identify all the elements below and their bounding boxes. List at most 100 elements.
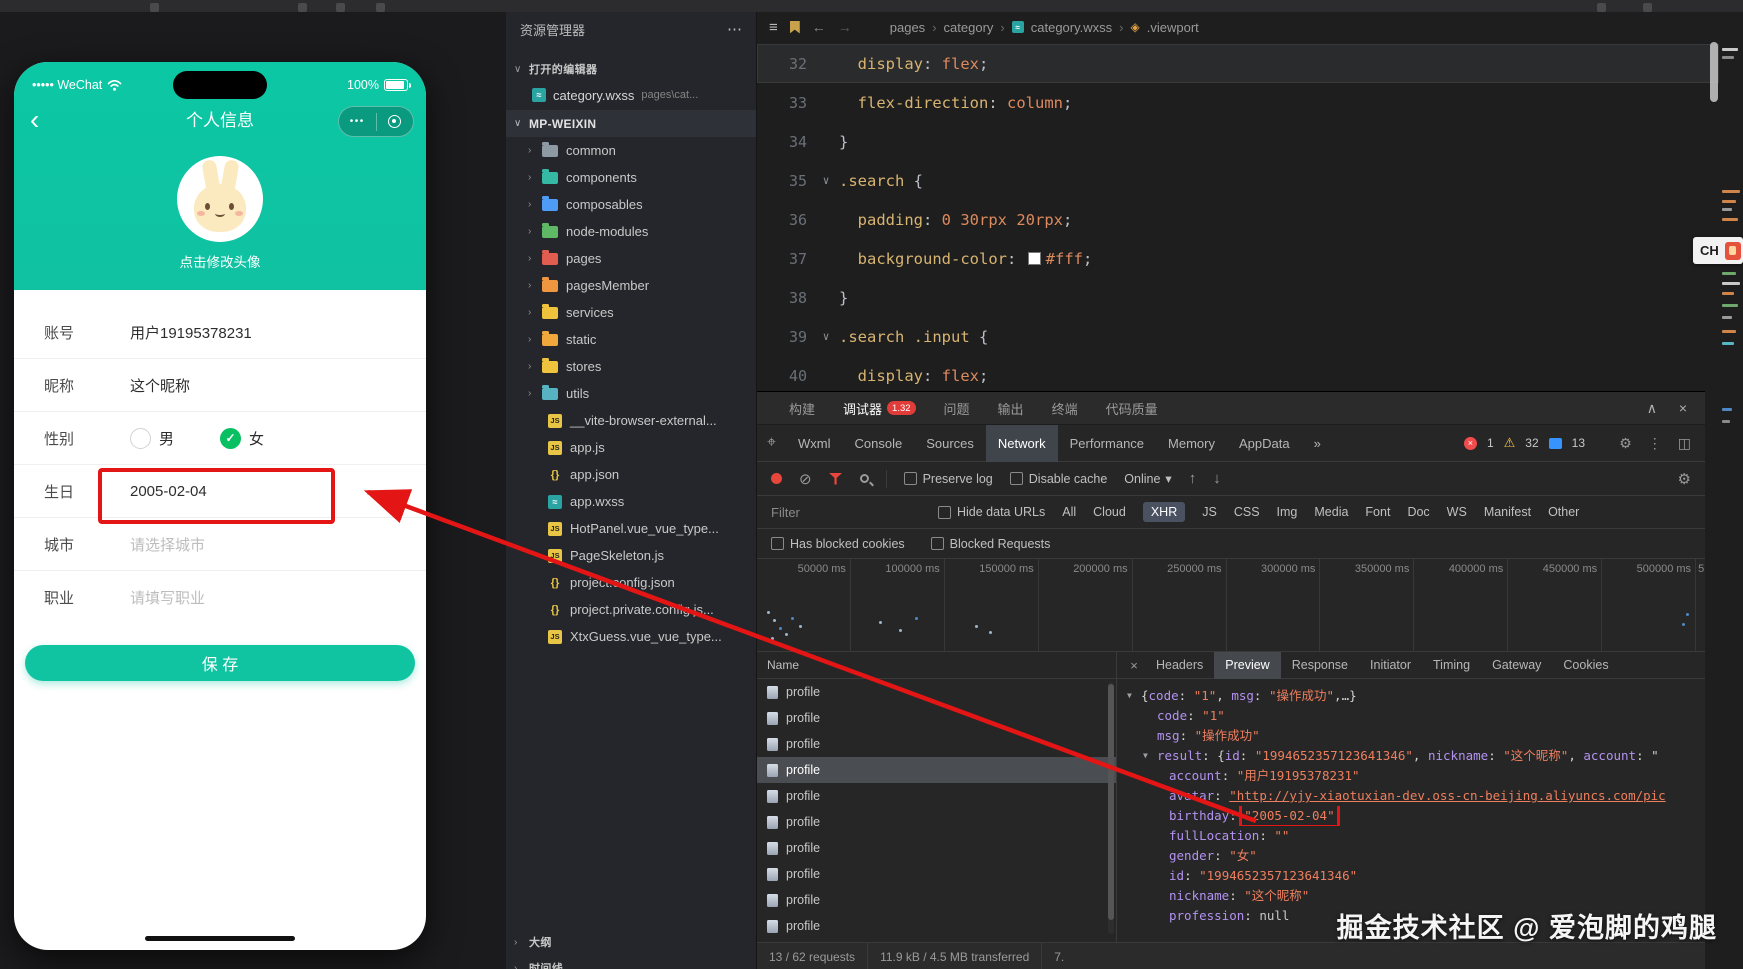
file-pageskeleton[interactable]: JS PageSkeleton.js [506,542,756,569]
request-row[interactable]: profile [757,913,1116,939]
preview-avatar[interactable]: avatar: "http://yjy-xiaotuxian-dev.oss-c… [1127,786,1705,806]
filter-type-media[interactable]: Media [1314,505,1348,519]
code-line-40[interactable]: 40 display: flex; [757,356,1719,391]
filter-type-ws[interactable]: WS [1447,505,1467,519]
filter-type-js[interactable]: JS [1202,505,1217,519]
tab-code-quality[interactable]: 代码质量 [1106,399,1158,418]
minimize-icon[interactable] [377,115,414,128]
sidebar-folder-composables[interactable]: › composables [506,191,756,218]
tab-appdata[interactable]: AppData [1227,425,1302,462]
tab-gateway[interactable]: Gateway [1481,652,1552,679]
expand-triangle-icon[interactable]: ▼ [1127,686,1141,706]
breadcrumb-category[interactable]: category [944,20,994,35]
project-root[interactable]: ∨ MP-WEIXIN [506,110,756,137]
file-app-wxss[interactable]: ≈ app.wxss [506,488,756,515]
filter-type-all[interactable]: All [1062,505,1076,519]
preview-root[interactable]: ▼ {code: "1", msg: "操作成功",…} [1127,686,1705,706]
more-menu-icon[interactable]: ••• [339,116,376,127]
sidebar-folder-components[interactable]: › components [506,164,756,191]
kebab-menu-icon[interactable]: ⋮ [1648,435,1662,452]
open-editors-section[interactable]: ∨ 打开的编辑器 [506,56,756,82]
minimap[interactable] [1719,12,1743,969]
tab-headers[interactable]: Headers [1145,652,1214,679]
tab-build[interactable]: 构建 [789,399,815,418]
more-tabs-icon[interactable]: » [1302,425,1333,462]
import-har-icon[interactable]: ↑ [1189,470,1197,487]
json-preview[interactable]: ▼ {code: "1", msg: "操作成功",…} code: "1" m… [1117,679,1705,926]
request-row[interactable]: profile [757,731,1116,757]
filter-type-img[interactable]: Img [1277,505,1298,519]
filter-funnel-icon[interactable] [828,472,843,485]
sidebar-folder-static[interactable]: › static [506,326,756,353]
request-row[interactable]: profile [757,809,1116,835]
code-line-38[interactable]: 38 } [757,278,1719,317]
outline-section[interactable]: › 大纲 [506,929,756,955]
toolbar-icon[interactable] [150,3,159,12]
tab-timing[interactable]: Timing [1422,652,1481,679]
code-line-36[interactable]: 36 padding: 0 30rpx 20rpx; [757,200,1719,239]
open-editor-item[interactable]: ≈ category.wxss pages\cat... [506,82,756,108]
tab-sources[interactable]: Sources [914,425,986,462]
form-row-nickname[interactable]: 昵称 这个昵称 [14,359,426,412]
blocked-requests-checkbox[interactable]: Blocked Requests [930,537,1050,551]
tab-response[interactable]: Response [1281,652,1359,679]
tab-cookies[interactable]: Cookies [1552,652,1619,679]
request-row[interactable]: profile [757,783,1116,809]
request-row[interactable]: profile [757,861,1116,887]
file-vite-browser-external[interactable]: JS __vite-browser-external... [506,407,756,434]
tab-network[interactable]: Network [985,424,1058,462]
collapse-panel-icon[interactable]: ∧ [1647,400,1657,417]
nav-forward-icon[interactable]: → [838,19,852,35]
preview-result[interactable]: ▼ result: {id: "1994652357123641346", ni… [1127,746,1705,766]
preview-gender[interactable]: gender: "女" [1127,846,1705,866]
editor-scrollbar[interactable] [1710,42,1718,102]
sidebar-folder-common[interactable]: › common [506,137,756,164]
radio-male[interactable] [130,427,151,449]
blocked-cookies-checkbox[interactable]: Has blocked cookies [771,537,905,551]
list-icon[interactable]: ≡ [769,19,778,36]
record-icon[interactable] [771,473,782,484]
warning-count[interactable]: 32 [1525,436,1538,450]
tab-memory[interactable]: Memory [1156,425,1227,462]
message-count[interactable]: 13 [1572,436,1585,450]
sidebar-folder-stores[interactable]: › stores [506,353,756,380]
hide-data-urls-checkbox[interactable]: Hide data URLs [938,505,1045,519]
avatar[interactable] [177,156,263,242]
request-row[interactable]: profile [757,887,1116,913]
form-row-profession[interactable]: 职业 请填写职业 [14,571,426,624]
toolbar-icon[interactable] [1643,3,1652,12]
preview-code[interactable]: code: "1" [1127,706,1705,726]
name-column-header[interactable]: Name [757,652,1116,679]
tab-wxml[interactable]: Wxml [786,425,843,462]
preview-fulllocation[interactable]: fullLocation: "" [1127,826,1705,846]
tab-preview[interactable]: Preview [1214,652,1281,679]
preview-msg[interactable]: msg: "操作成功" [1127,726,1705,746]
city-placeholder[interactable]: 请选择城市 [130,534,205,555]
expand-triangle-icon[interactable]: ▼ [1143,746,1157,766]
avatar-caption[interactable]: 点击修改头像 [14,251,426,271]
inspect-element-icon[interactable]: ⌖ [767,434,776,452]
sidebar-folder-services[interactable]: › services [506,299,756,326]
back-icon[interactable]: ‹ [30,102,39,138]
toolbar-icon[interactable] [298,3,307,12]
radio-female-checked[interactable]: ✓ [220,427,242,449]
file-project-private-config[interactable]: {} project.private.config.js... [506,596,756,623]
preview-birthday[interactable]: birthday: "2005-02-04" [1127,806,1705,826]
search-icon[interactable] [859,474,869,483]
code-area[interactable]: 32 display: flex; 33 flex-direction: col… [757,44,1719,391]
file-xtxguess[interactable]: JS XtxGuess.vue_vue_type... [506,623,756,650]
code-line-37[interactable]: 37 background-color: #fff; [757,239,1719,278]
filter-type-cloud[interactable]: Cloud [1093,505,1126,519]
filter-type-manifest[interactable]: Manifest [1484,505,1531,519]
file-app-js[interactable]: JS app.js [506,434,756,461]
filter-type-css[interactable]: CSS [1234,505,1260,519]
clear-icon[interactable]: ⊘ [799,470,812,488]
timeline-section[interactable]: › 时间线 [506,955,756,969]
sidebar-folder-pagesMember[interactable]: › pagesMember [506,272,756,299]
filter-type-doc[interactable]: Doc [1407,505,1429,519]
network-timeline[interactable]: 50000 ms 100000 ms 150000 ms 200000 ms 2… [757,559,1705,652]
form-row-city[interactable]: 城市 请选择城市 [14,518,426,571]
breadcrumb-symbol[interactable]: .viewport [1147,20,1199,35]
toolbar-icon[interactable] [376,3,385,12]
network-settings-gear-icon[interactable]: ⚙ [1678,470,1691,488]
